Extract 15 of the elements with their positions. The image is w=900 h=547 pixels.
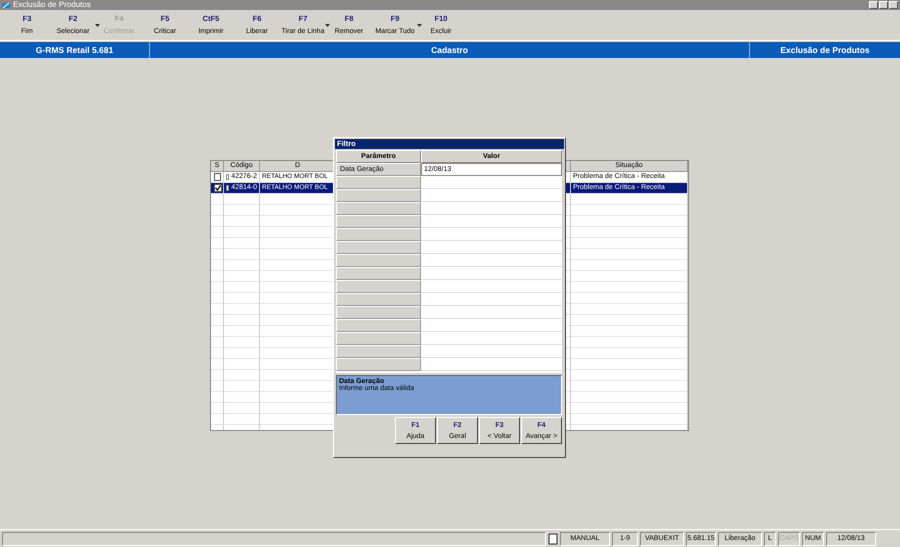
caret-icon (417, 24, 422, 27)
row-checkbox[interactable] (214, 184, 222, 192)
minimize-button[interactable] (869, 1, 878, 9)
row-checkbox[interactable] (214, 173, 221, 181)
clipboard-icon (548, 532, 558, 544)
row-marker-icon (226, 185, 230, 191)
restore-button[interactable] (879, 1, 888, 9)
module-name: Cadastro (150, 42, 750, 58)
app-name: G-RMS Retail 5.681 (0, 42, 150, 58)
caret-icon (95, 24, 100, 27)
caret-icon (325, 24, 330, 27)
screen-name: Exclusão de Produtos (779, 44, 871, 57)
close-button[interactable] (889, 1, 898, 9)
app-icon (2, 2, 10, 8)
window-title: Exclusão de Produtos (13, 0, 91, 10)
